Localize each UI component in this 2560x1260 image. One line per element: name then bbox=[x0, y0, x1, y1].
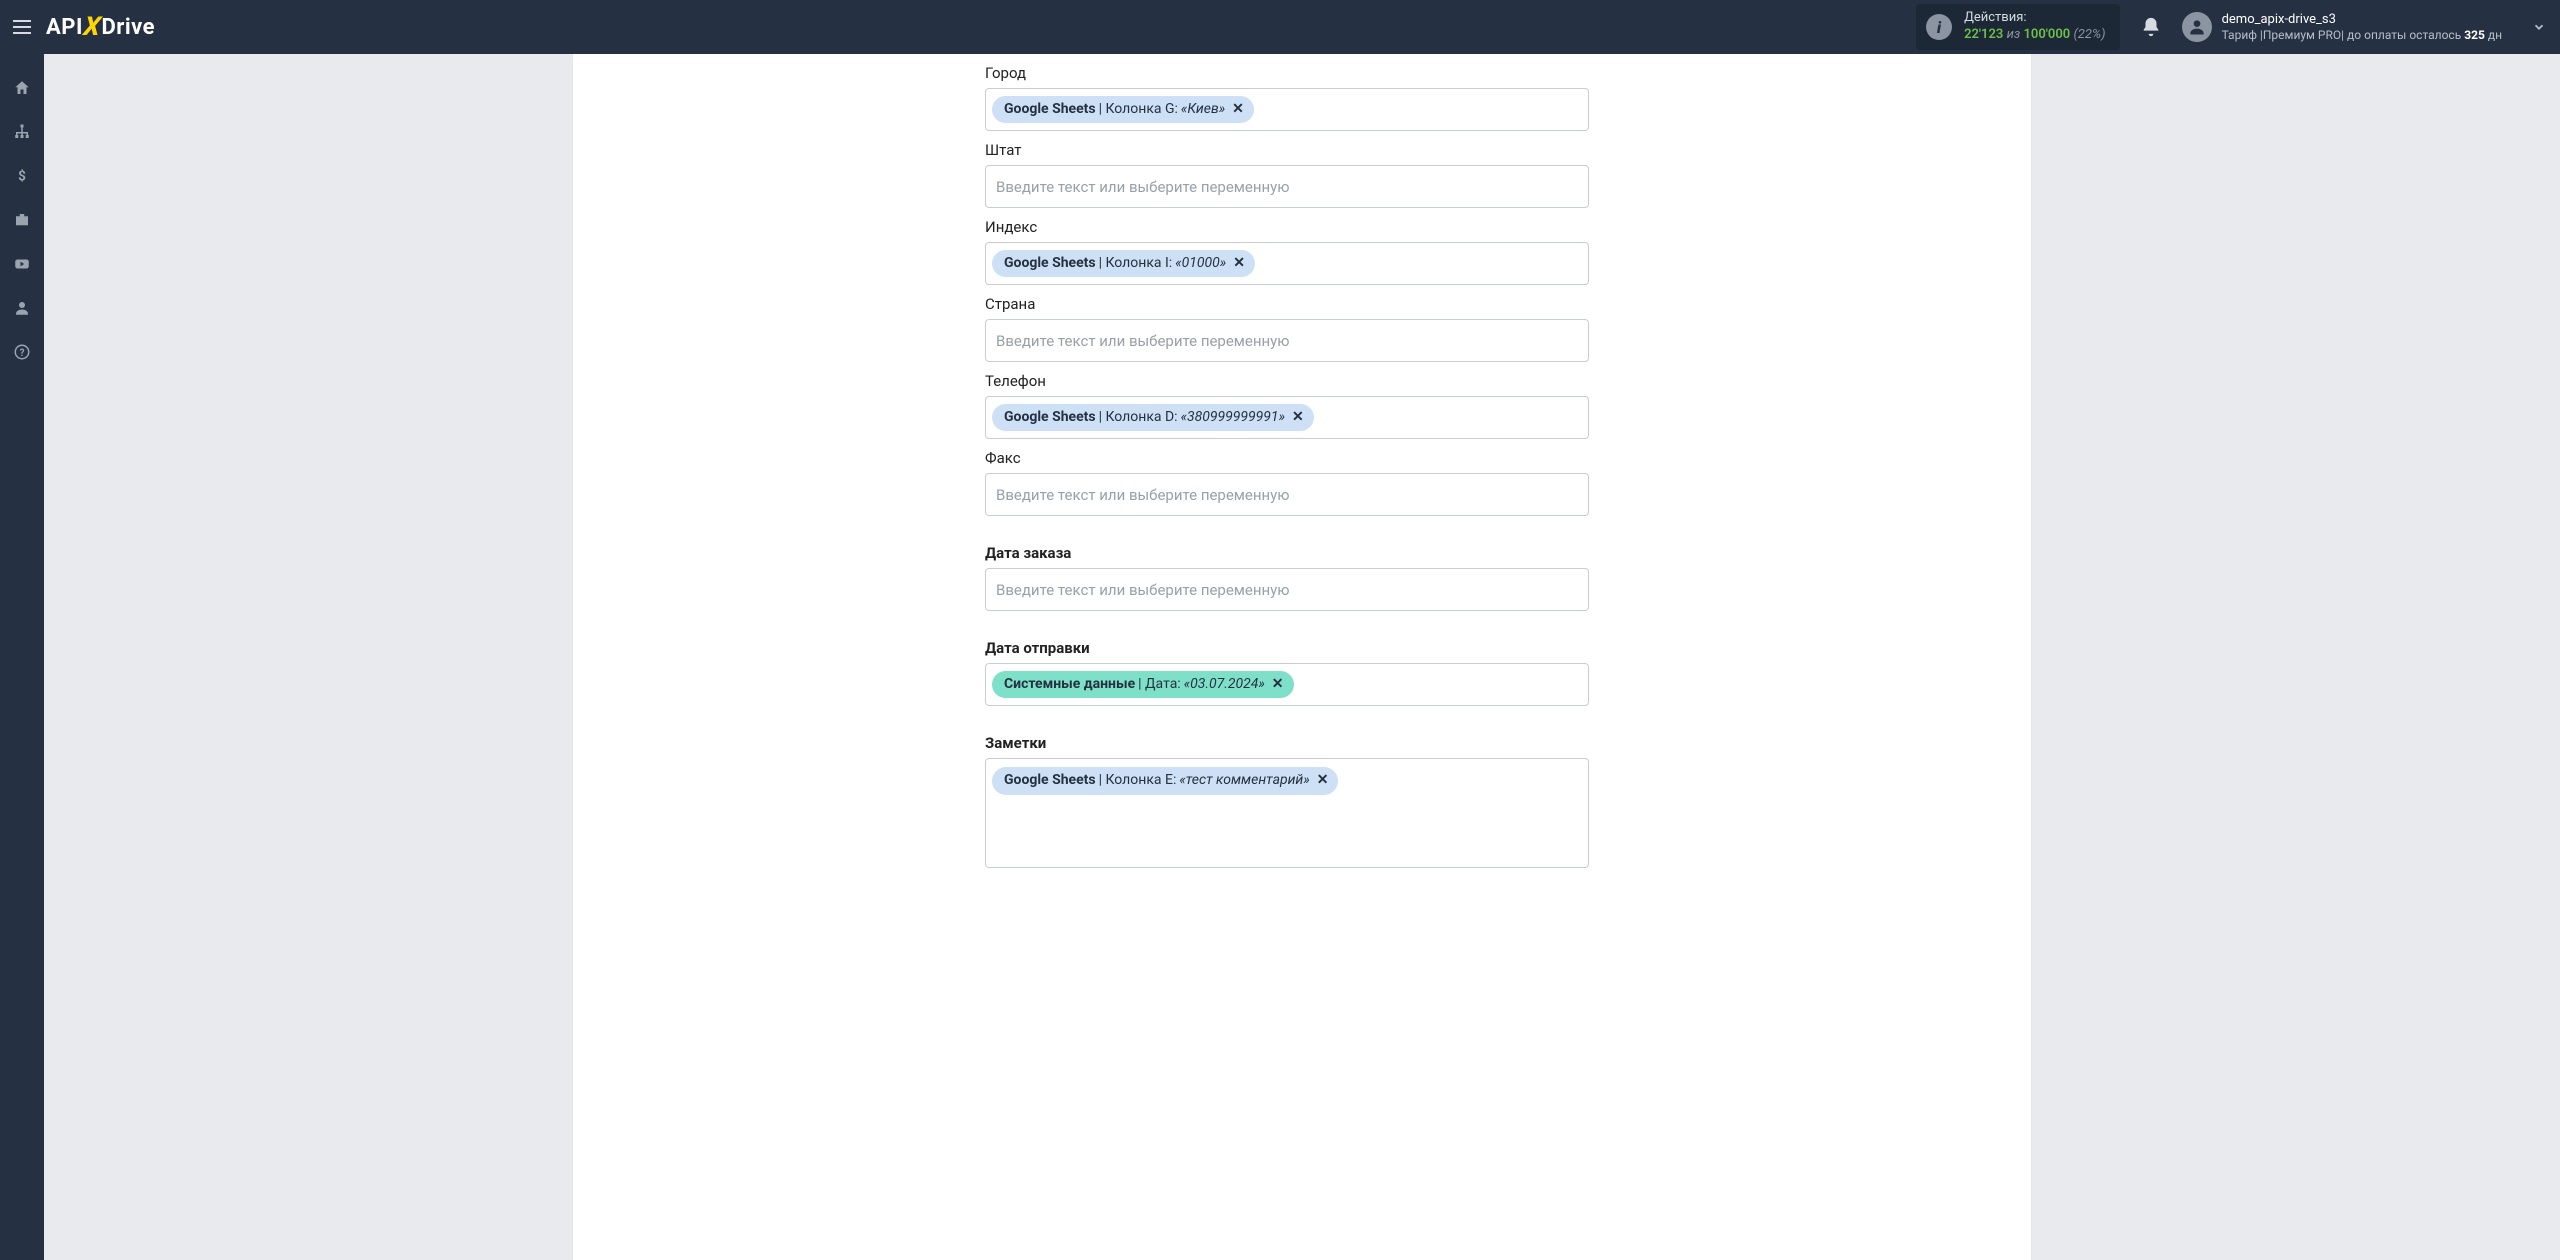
logo-part-x: X bbox=[82, 12, 103, 42]
pill-index[interactable]: Google Sheets | Колонка I: «01000»✕ bbox=[992, 250, 1255, 278]
sidebar-work[interactable] bbox=[0, 200, 44, 240]
input-phone[interactable]: Google Sheets | Колонка D: «380999999991… bbox=[985, 396, 1589, 439]
input-notes[interactable]: Google Sheets | Колонка E: «тест коммент… bbox=[985, 758, 1589, 868]
label-index: Индекс bbox=[985, 218, 1589, 236]
input-fax[interactable]: Введите текст или выберите переменную bbox=[985, 473, 1589, 516]
sidebar: $ ? bbox=[0, 54, 44, 1260]
form-card: Город Google Sheets | Колонка G: «Киев»✕… bbox=[572, 54, 2032, 1260]
sidebar-home[interactable] bbox=[0, 68, 44, 108]
label-notes: Заметки bbox=[985, 734, 1589, 752]
actions-pct: (22%) bbox=[2073, 27, 2105, 42]
actions-sep: из bbox=[2007, 27, 2021, 42]
input-index[interactable]: Google Sheets | Колонка I: «01000»✕ bbox=[985, 242, 1589, 285]
input-city[interactable]: Google Sheets | Колонка G: «Киев»✕ bbox=[985, 88, 1589, 131]
chevron-down-icon[interactable] bbox=[2532, 20, 2546, 34]
sidebar-connections[interactable] bbox=[0, 112, 44, 152]
placeholder-fax: Введите текст или выберите переменную bbox=[992, 486, 1290, 504]
pill-ship-date[interactable]: Системные данные | Дата: «03.07.2024»✕ bbox=[992, 671, 1294, 699]
avatar[interactable] bbox=[2182, 12, 2212, 42]
label-order-date: Дата заказа bbox=[985, 544, 1589, 562]
sidebar-billing[interactable]: $ bbox=[0, 156, 44, 196]
sidebar-help[interactable]: ? bbox=[0, 332, 44, 372]
menu-button[interactable] bbox=[8, 13, 36, 41]
logo-part-api: API bbox=[46, 15, 83, 40]
remove-pill-icon[interactable]: ✕ bbox=[1232, 100, 1244, 120]
label-city: Город bbox=[985, 64, 1589, 82]
label-ship-date: Дата отправки bbox=[985, 639, 1589, 657]
remove-pill-icon[interactable]: ✕ bbox=[1317, 771, 1329, 791]
topbar: APIXDrive i Действия: 22'123 из 100'000 … bbox=[0, 0, 2560, 54]
pill-notes[interactable]: Google Sheets | Колонка E: «тест коммент… bbox=[992, 767, 1338, 795]
pill-phone[interactable]: Google Sheets | Колонка D: «380999999991… bbox=[992, 404, 1314, 432]
pill-city[interactable]: Google Sheets | Колонка G: «Киев»✕ bbox=[992, 96, 1254, 124]
label-phone: Телефон bbox=[985, 372, 1589, 390]
remove-pill-icon[interactable]: ✕ bbox=[1233, 254, 1245, 274]
placeholder-state: Введите текст или выберите переменную bbox=[992, 178, 1290, 196]
label-country: Страна bbox=[985, 295, 1589, 313]
info-icon: i bbox=[1926, 14, 1952, 40]
input-country[interactable]: Введите текст или выберите переменную bbox=[985, 319, 1589, 362]
sidebar-account[interactable] bbox=[0, 288, 44, 328]
svg-text:$: $ bbox=[18, 169, 26, 185]
tariff-line: Тариф |Премиум PRO| до оплаты осталось 3… bbox=[2222, 28, 2502, 42]
username: demo_apix-drive_s3 bbox=[2222, 12, 2502, 28]
input-state[interactable]: Введите текст или выберите переменную bbox=[985, 165, 1589, 208]
actions-current: 22'123 bbox=[1964, 27, 2003, 42]
svg-text:?: ? bbox=[20, 348, 25, 359]
input-ship-date[interactable]: Системные данные | Дата: «03.07.2024»✕ bbox=[985, 663, 1589, 706]
user-block[interactable]: demo_apix-drive_s3 Тариф |Премиум PRO| д… bbox=[2222, 12, 2502, 42]
label-state: Штат bbox=[985, 141, 1589, 159]
placeholder-order-date: Введите текст или выберите переменную bbox=[992, 581, 1290, 599]
placeholder-country: Введите текст или выберите переменную bbox=[992, 332, 1290, 350]
actions-label: Действия: bbox=[1964, 10, 2106, 27]
bell-icon[interactable] bbox=[2140, 16, 2162, 38]
sidebar-video[interactable] bbox=[0, 244, 44, 284]
logo[interactable]: APIXDrive bbox=[46, 12, 155, 42]
remove-pill-icon[interactable]: ✕ bbox=[1292, 408, 1304, 428]
remove-pill-icon[interactable]: ✕ bbox=[1272, 675, 1284, 695]
input-order-date[interactable]: Введите текст или выберите переменную bbox=[985, 568, 1589, 611]
logo-part-drive: Drive bbox=[101, 15, 155, 40]
actions-counter[interactable]: i Действия: 22'123 из 100'000 (22%) bbox=[1916, 4, 2120, 50]
label-fax: Факс bbox=[985, 449, 1589, 467]
actions-total: 100'000 bbox=[2024, 27, 2071, 42]
